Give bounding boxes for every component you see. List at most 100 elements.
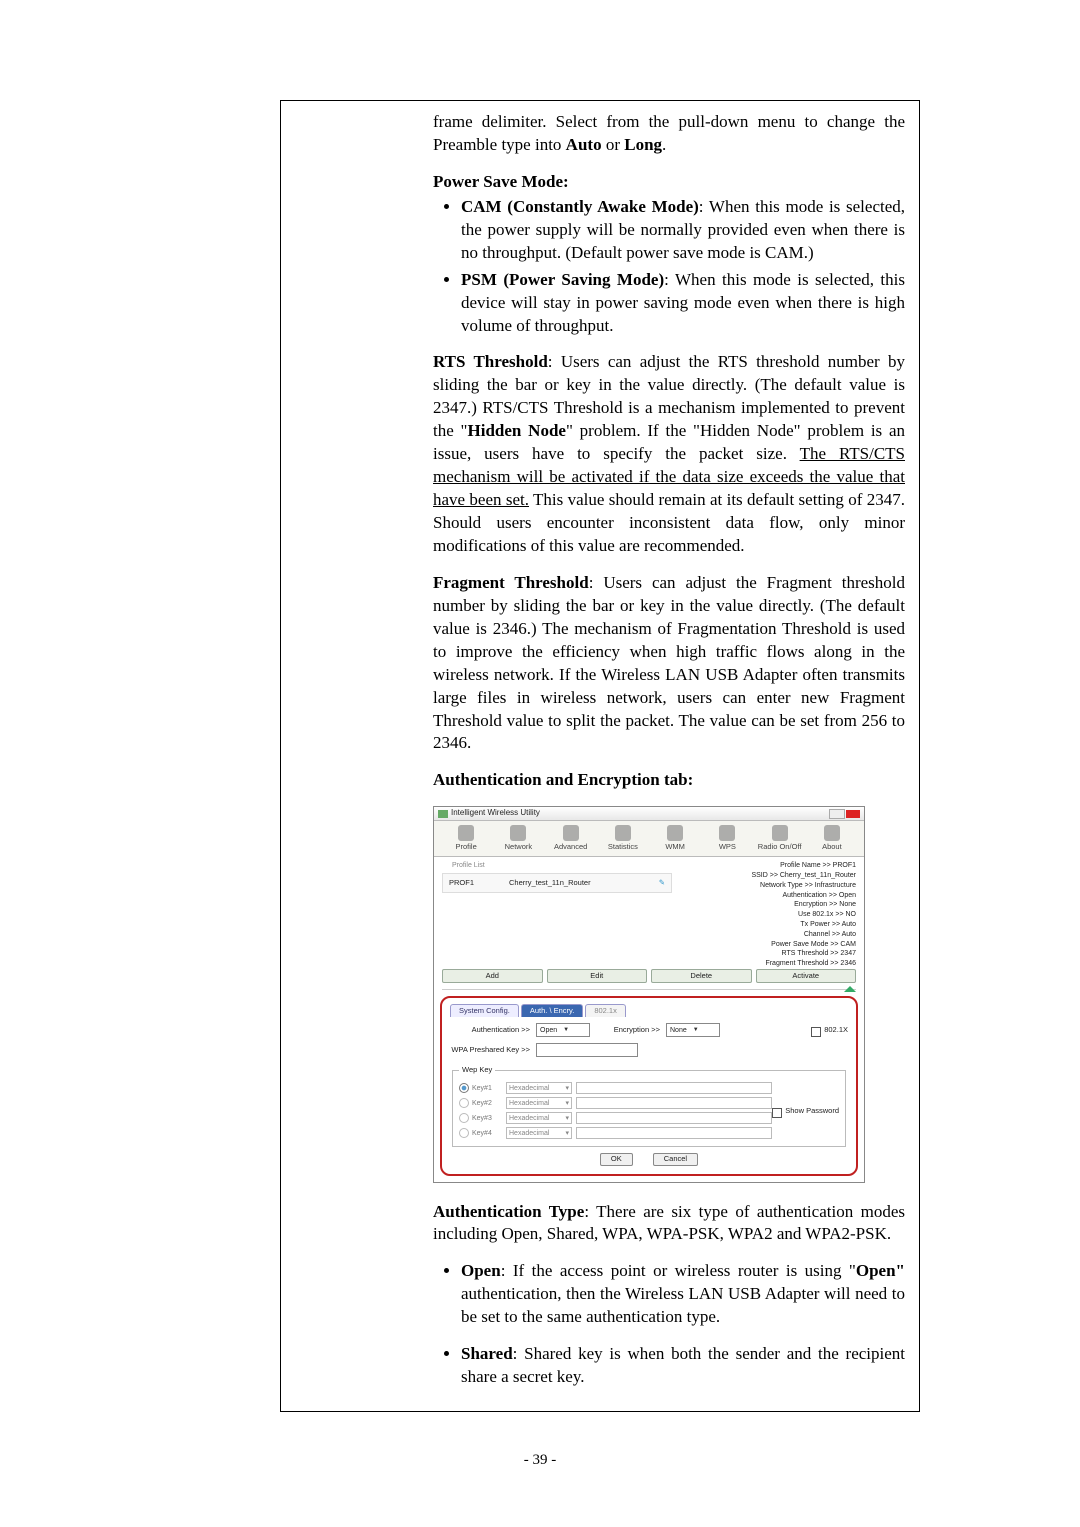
wep-legend: Wep Key [459,1065,495,1075]
toolbar-radio[interactable]: Radio On/Off [754,825,806,852]
bold: Hidden Node [468,421,566,440]
utility-screenshot: Intelligent Wireless Utility Profile Net… [433,806,865,1182]
value: None [670,1026,687,1035]
show-password-label: Show Password [785,1106,839,1116]
page-container: frame delimiter. Select from the pull-do… [140,0,940,1509]
key1-radio[interactable] [459,1083,469,1093]
profile-area: Profile List PROF1 Cherry_test_11n_Route… [434,857,864,969]
label: WPS [719,842,736,851]
wmm-icon [667,825,683,841]
8021x-label: 802.1X [824,1025,848,1035]
edit-button[interactable]: Edit [547,969,648,983]
detail-line: Tx Power >> Auto [682,920,856,930]
profile-details: Profile Name >> PROF1 SSID >> Cherry_tes… [672,861,856,969]
detail-line: Encryption >> None [682,900,856,910]
delete-button[interactable]: Delete [651,969,752,983]
key2-type[interactable]: Hexadecimal [506,1097,572,1109]
key3-input[interactable] [576,1112,772,1124]
maximize-icon[interactable] [829,809,845,819]
text: or [602,135,625,154]
network-icon [510,825,526,841]
label: Advanced [554,842,587,851]
auth-type-list: Open: If the access point or wireless ro… [433,1260,905,1389]
preamble-paragraph: frame delimiter. Select from the pull-do… [433,111,905,157]
key2-input[interactable] [576,1097,772,1109]
power-save-heading: Power Save Mode: [433,171,905,194]
key1-type[interactable]: Hexadecimal [506,1082,572,1094]
enc-label: Encryption >> [590,1025,660,1035]
toolbar-wps[interactable]: WPS [701,825,753,852]
toolbar-network[interactable]: Network [492,825,544,852]
key4-radio[interactable] [459,1128,469,1138]
toolbar-advanced[interactable]: Advanced [545,825,597,852]
activate-button[interactable]: Activate [756,969,857,983]
key4-type[interactable]: Hexadecimal [506,1127,572,1139]
bold: Auto [566,135,602,154]
window-title: Intelligent Wireless Utility [451,808,828,819]
key1-row: Key#1Hexadecimal [459,1082,772,1094]
profile-icon [458,825,474,841]
key1-input[interactable] [576,1082,772,1094]
label: Network [505,842,533,851]
tab-auth-encry[interactable]: Auth. \ Encry. [521,1004,583,1017]
8021x-check-group: 802.1X [811,1025,848,1035]
statistics-icon [615,825,631,841]
auth-label: Authentication >> [450,1025,530,1035]
right-column: frame delimiter. Select from the pull-do… [433,101,920,1412]
wpa-input[interactable] [536,1043,638,1057]
detail-line: Profile Name >> PROF1 [682,861,856,871]
text: : Users can adjust the Fragment threshol… [433,573,905,753]
label: WMM [665,842,685,851]
auth-select[interactable]: Open [536,1023,590,1037]
label: Profile [455,842,476,851]
toolbar-about[interactable]: About [806,825,858,852]
text: : If the access point or wireless router… [501,1261,856,1280]
profile-row[interactable]: PROF1 Cherry_test_11n_Router ✎ [442,873,672,893]
power-save-list: CAM (Constantly Awake Mode): When this m… [433,196,905,338]
auth-enc-heading: Authentication and Encryption tab: [433,769,905,792]
tab-8021x[interactable]: 802.1x [585,1004,626,1017]
rts-paragraph: RTS Threshold: Users can adjust the RTS … [433,351,905,557]
detail-line: SSID >> Cherry_test_11n_Router [682,871,856,881]
toolbar-profile[interactable]: Profile [440,825,492,852]
ok-button[interactable]: OK [600,1153,633,1165]
show-password-checkbox[interactable] [772,1108,782,1118]
content-table: frame delimiter. Select from the pull-do… [280,100,920,1412]
value: Open [540,1026,557,1035]
auth-line: Authentication >> Open Encryption >> Non… [450,1023,848,1037]
wps-icon [719,825,735,841]
cancel-button[interactable]: Cancel [653,1153,698,1165]
bold: Shared [461,1344,513,1363]
wpa-line: WPA Preshared Key >> [450,1043,848,1057]
tab-system-config[interactable]: System Config. [450,1004,519,1017]
detail-line: Network Type >> Infrastructure [682,881,856,891]
window-titlebar: Intelligent Wireless Utility [434,807,864,821]
bold: RTS Threshold [433,352,548,371]
close-icon[interactable] [846,810,860,818]
enc-select[interactable]: None [666,1023,720,1037]
about-icon [824,825,840,841]
key3-radio[interactable] [459,1113,469,1123]
profile-list-label: Profile List [452,861,672,870]
psm-item: PSM (Power Saving Mode): When this mode … [461,269,905,338]
key2-radio[interactable] [459,1098,469,1108]
key3-type[interactable]: Hexadecimal [506,1112,572,1124]
key4-input[interactable] [576,1127,772,1139]
tab-row: System Config. Auth. \ Encry. 802.1x [450,1004,848,1017]
toolbar-wmm[interactable]: WMM [649,825,701,852]
text: : Shared key is when both the sender and… [461,1344,905,1386]
label: Statistics [608,842,638,851]
key4-row: Key#4Hexadecimal [459,1127,772,1139]
label: Radio On/Off [758,842,802,851]
open-item: Open: If the access point or wireless ro… [461,1260,905,1329]
add-button[interactable]: Add [442,969,543,983]
detail-line: RTS Threshold >> 2347 [682,949,856,959]
bold: Open" [856,1261,905,1280]
bold: Authentication Type [433,1202,584,1221]
toolbar-statistics[interactable]: Statistics [597,825,649,852]
text: frame delimiter. Select from the pull-do… [433,112,905,154]
advanced-icon [563,825,579,841]
app-icon [438,810,448,818]
auth-encrypt-panel: System Config. Auth. \ Encry. 802.1x Aut… [440,996,858,1175]
8021x-checkbox[interactable] [811,1027,821,1037]
